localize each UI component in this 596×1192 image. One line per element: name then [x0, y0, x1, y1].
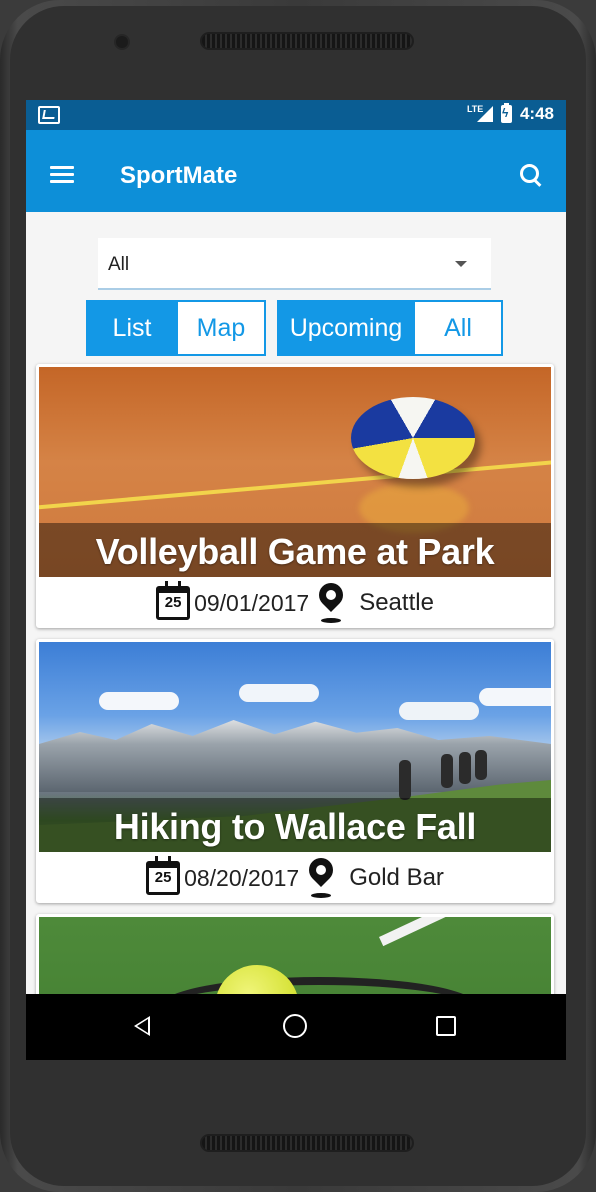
phone-screen: LTE 4:48 SportMate All List Map Upcoming… — [26, 100, 566, 1060]
filter-selected-value: All — [108, 254, 130, 275]
volleyball-image: Volleyball Game at Park — [39, 367, 551, 577]
status-time: 4:48 — [519, 104, 554, 123]
event-card[interactable]: Volleyball Game at Park 25 09/01/2017 Se… — [36, 364, 554, 628]
recent-apps-icon[interactable] — [436, 1016, 456, 1036]
upcoming-button[interactable]: Upcoming — [279, 302, 413, 354]
event-meta: 25 09/01/2017 Seattle — [36, 578, 554, 628]
sport-filter-dropdown[interactable]: All — [98, 238, 491, 290]
top-speaker — [200, 32, 414, 50]
hamburger-menu-icon[interactable] — [50, 166, 74, 184]
dropdown-arrow-icon — [455, 261, 467, 267]
home-icon[interactable] — [283, 1014, 307, 1038]
event-meta: 25 08/20/2017 Gold Bar — [36, 853, 554, 903]
battery-charging-icon — [500, 103, 512, 123]
location-pin-icon — [307, 858, 335, 898]
phone-frame: LTE 4:48 SportMate All List Map Upcoming… — [0, 0, 596, 1192]
location-pin-icon — [317, 583, 345, 623]
navigation-bar — [26, 994, 566, 1060]
hiking-image: Hiking to Wallace Fall — [39, 642, 551, 852]
event-list: Volleyball Game at Park 25 09/01/2017 Se… — [36, 364, 554, 1060]
app-bar: SportMate — [26, 130, 566, 212]
event-date: 09/01/2017 — [194, 589, 310, 616]
lte-signal-icon: LTE — [467, 104, 493, 124]
calendar-icon: 25 — [146, 856, 181, 895]
volleyball-ball — [351, 397, 475, 479]
back-icon[interactable] — [134, 1016, 150, 1036]
app-title: SportMate — [120, 162, 238, 189]
gmail-notification-icon — [38, 106, 60, 124]
event-title: Volleyball Game at Park — [95, 531, 495, 572]
event-location: Seattle — [359, 589, 434, 616]
calendar-icon: 25 — [156, 581, 191, 620]
event-title: Hiking to Wallace Fall — [113, 806, 477, 847]
all-events-button[interactable]: All — [413, 302, 501, 354]
status-bar: LTE 4:48 — [26, 100, 566, 130]
list-view-button[interactable]: List — [88, 302, 176, 354]
status-icons: LTE 4:48 — [467, 103, 554, 124]
bottom-speaker — [200, 1134, 414, 1152]
time-filter-toggle: Upcoming All — [277, 300, 503, 356]
event-card[interactable]: Hiking to Wallace Fall 25 08/20/2017 Gol… — [36, 639, 554, 903]
view-toggle: List Map — [86, 300, 266, 356]
map-view-button[interactable]: Map — [176, 302, 264, 354]
front-camera — [114, 34, 130, 50]
event-location: Gold Bar — [349, 864, 444, 891]
event-date: 08/20/2017 — [184, 864, 300, 891]
signal-bars-icon — [476, 106, 493, 122]
search-icon[interactable] — [520, 164, 544, 188]
